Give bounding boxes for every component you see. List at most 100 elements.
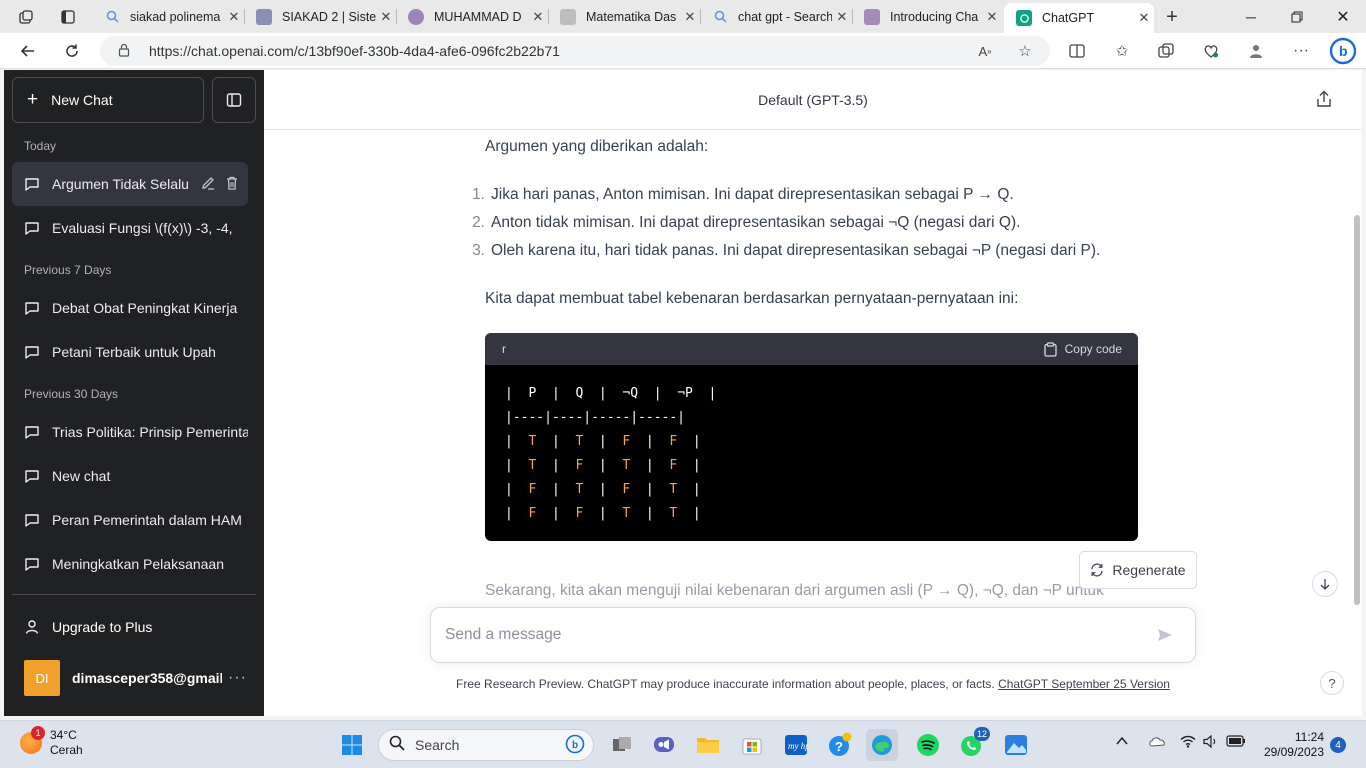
conversation-item[interactable]: Meningkatkan Pelaksanaan: [12, 542, 248, 586]
tab-introducing-chatgpt[interactable]: Introducing Cha ✕: [852, 3, 1002, 30]
scroll-down-button[interactable]: [1312, 571, 1338, 597]
list-item: 3. Oleh karena itu, hari tidak panas. Ini…: [472, 242, 1101, 259]
chatgpt-icon: [1016, 10, 1032, 26]
tab-siakad-2[interactable]: SIAKAD 2 | Sistem ✕: [244, 3, 397, 30]
weather-widget[interactable]: 1 34°C Cerah: [20, 726, 83, 758]
user-account-row[interactable]: DI dimasceper358@gmail.com ···: [12, 656, 256, 700]
profile-icon[interactable]: [1244, 39, 1268, 63]
whatsapp-icon[interactable]: 12: [956, 727, 990, 761]
start-windows-icon[interactable]: [336, 729, 368, 761]
more-options-icon[interactable]: ···: [228, 669, 247, 687]
message-input[interactable]: [445, 626, 1153, 644]
toggle-sidebar-button[interactable]: [212, 77, 256, 123]
onedrive-cloud-icon[interactable]: [1148, 735, 1166, 750]
photos-app-icon[interactable]: [1000, 729, 1032, 761]
edit-pencil-icon[interactable]: [200, 175, 216, 194]
favorites-icon[interactable]: ✩: [1110, 39, 1134, 63]
chat-bubble-icon: [24, 176, 52, 192]
plus-icon: +: [27, 89, 39, 110]
read-aloud-icon[interactable]: A»: [973, 39, 997, 63]
scrollbar[interactable]: [1352, 200, 1362, 620]
seal-icon: [408, 8, 424, 25]
regenerate-button[interactable]: Regenerate: [1079, 551, 1197, 589]
tab-matematika[interactable]: Matematika Das ✕: [548, 3, 701, 30]
list-item: 2. Anton tidak mimisan. Ini dapat direpre…: [472, 214, 1021, 231]
browser-tab-strip: siakad polinema ✕ SIAKAD 2 | Sistem ✕ MU…: [0, 0, 1366, 33]
section-heading-previous-30-days: Previous 30 Days: [24, 387, 119, 401]
url-field[interactable]: https://chat.openai.com/c/13bf90ef-330b-…: [100, 36, 1050, 66]
conversation-item[interactable]: Trias Politika: Prinsip Pemerintahan: [12, 410, 248, 454]
restore-icon[interactable]: [1274, 0, 1320, 33]
get-help-icon[interactable]: ?: [824, 729, 856, 761]
chevron-up-icon[interactable]: [1116, 735, 1128, 749]
version-link[interactable]: ChatGPT September 25 Version: [998, 677, 1170, 691]
browser-essentials-icon[interactable]: [1199, 39, 1223, 63]
lock-icon[interactable]: [118, 43, 142, 60]
copy-code-button[interactable]: Copy code: [1043, 341, 1122, 357]
teams-chat-icon[interactable]: [648, 729, 680, 761]
file-explorer-icon[interactable]: [692, 729, 724, 761]
volume-icon[interactable]: [1203, 734, 1219, 751]
chat-bubble-icon: [24, 300, 52, 316]
hp-app-icon[interactable]: my hp: [780, 729, 812, 761]
refresh-icon[interactable]: [58, 37, 86, 65]
tab-muhammad[interactable]: MUHAMMAD D ✕: [396, 3, 549, 30]
close-window-icon[interactable]: ✕: [1320, 0, 1366, 33]
workspaces-icon[interactable]: [14, 5, 38, 29]
collections-icon[interactable]: [1154, 39, 1178, 63]
spotify-icon[interactable]: [912, 729, 944, 761]
close-tab-icon[interactable]: ✕: [224, 9, 244, 25]
message-paragraph: Argumen yang diberikan adalah:: [485, 138, 709, 155]
windows-taskbar: 1 34°C Cerah Search b my hp ? 12 11:24 2…: [0, 720, 1366, 768]
wifi-icon[interactable]: [1180, 735, 1196, 751]
tab-siakad-polinema[interactable]: siakad polinema ✕: [92, 3, 245, 30]
upgrade-to-plus-button[interactable]: Upgrade to Plus: [12, 605, 256, 649]
table-separator: |----|----|-----|-----|: [505, 410, 686, 425]
tab-actions-icon[interactable]: [56, 5, 80, 29]
system-clock[interactable]: 11:24 29/09/2023: [1262, 730, 1324, 760]
shield-crest-icon: [256, 8, 272, 25]
tab-chatgpt-search[interactable]: chat gpt - Search ✕: [700, 3, 853, 30]
send-button[interactable]: [1153, 623, 1177, 647]
settings-more-icon[interactable]: ···: [1289, 39, 1313, 63]
task-view-icon[interactable]: [606, 729, 638, 761]
chat-bubble-icon: [24, 468, 52, 484]
close-tab-icon[interactable]: ✕: [680, 9, 700, 25]
share-icon[interactable]: [1316, 90, 1336, 110]
edge-browser-icon[interactable]: [866, 729, 898, 761]
conversation-item[interactable]: Petani Terbaik untuk Upah: [12, 330, 248, 374]
conversation-item[interactable]: Peran Pemerintah dalam HAM: [12, 498, 248, 542]
conversation-item[interactable]: Debat Obat Peningkat Kinerja: [12, 286, 248, 330]
user-email: dimasceper358@gmail.com: [72, 670, 222, 686]
microsoft-store-icon[interactable]: [736, 729, 768, 761]
favorite-star-icon[interactable]: ☆: [1013, 39, 1037, 63]
conversation-item-active[interactable]: Argumen Tidak Selalu: [12, 162, 248, 206]
conversation-item[interactable]: New chat: [12, 454, 248, 498]
back-arrow-icon[interactable]: [14, 37, 42, 65]
notification-badge[interactable]: 4: [1330, 737, 1346, 753]
search-icon: [104, 9, 120, 25]
close-tab-icon[interactable]: ✕: [982, 9, 1002, 25]
conversation-item[interactable]: Evaluasi Fungsi \(f(x)\) -3, -4,: [12, 206, 248, 250]
close-tab-icon[interactable]: ✕: [832, 9, 852, 25]
conversation-title: Trias Politika: Prinsip Pemerintahan: [52, 424, 248, 440]
code-block: r Copy code | P | Q | ¬Q | ¬P | |----|--…: [485, 333, 1138, 541]
close-tab-icon[interactable]: ✕: [1134, 10, 1154, 26]
battery-icon[interactable]: [1226, 735, 1246, 750]
bing-copilot-icon[interactable]: b: [1328, 36, 1358, 66]
split-screen-icon[interactable]: [1065, 39, 1089, 63]
scrollbar-thumb[interactable]: [1354, 215, 1360, 605]
help-button[interactable]: ?: [1320, 671, 1344, 695]
close-tab-icon[interactable]: ✕: [376, 9, 396, 25]
new-chat-button[interactable]: + New Chat: [12, 77, 204, 123]
user-icon: [24, 619, 52, 635]
close-tab-icon[interactable]: ✕: [528, 9, 548, 25]
new-tab-icon[interactable]: +: [1160, 5, 1184, 29]
tab-chatgpt[interactable]: ChatGPT ✕: [1004, 3, 1154, 33]
svg-text:b: b: [1339, 43, 1348, 59]
conversation-title: Evaluasi Fungsi \(f(x)\) -3, -4,: [52, 220, 233, 236]
taskbar-search[interactable]: Search b: [378, 729, 594, 761]
minimize-icon[interactable]: ─: [1228, 0, 1274, 33]
delete-trash-icon[interactable]: [224, 175, 240, 194]
chat-bubble-icon: [24, 424, 52, 440]
